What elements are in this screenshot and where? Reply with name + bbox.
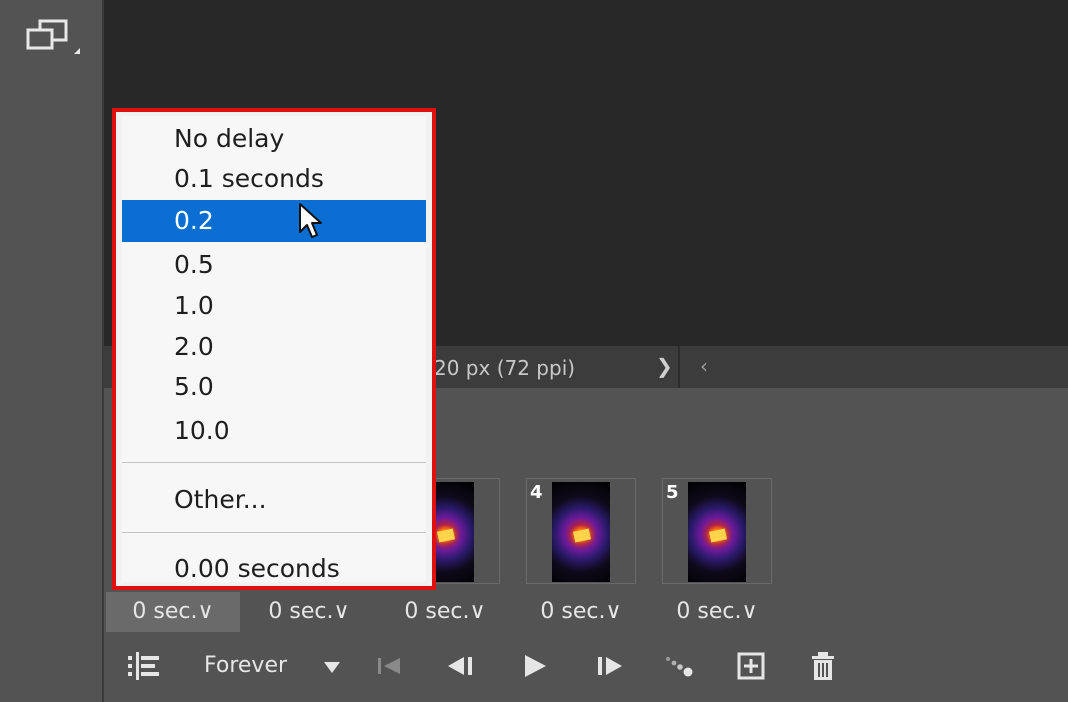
menu-option-2-0[interactable]: 2.0: [122, 326, 426, 368]
menu-option-5-0[interactable]: 5.0: [122, 366, 426, 408]
dropdown-arrow-icon: [324, 662, 340, 673]
frame-thumbnail: [552, 482, 610, 582]
mouse-cursor: [298, 202, 324, 244]
play-icon: [525, 655, 546, 677]
next-frame-button[interactable]: [592, 646, 626, 686]
frame-1-delay-select[interactable]: 0 sec.∨: [106, 592, 240, 632]
new-frame-icon: [737, 652, 765, 680]
convert-timeline-button[interactable]: [124, 646, 164, 686]
cursor-icon: [299, 203, 322, 238]
frame-5-delay-select[interactable]: 0 sec.∨: [650, 592, 784, 632]
menu-option-0-5[interactable]: 0.5: [122, 244, 426, 286]
first-frame-icon: [378, 658, 400, 674]
trash-icon: [812, 652, 834, 680]
arrange-windows-icon: [26, 19, 80, 54]
tween-button[interactable]: [662, 646, 700, 686]
first-frame-button[interactable]: [374, 646, 406, 686]
frame-delay-menu: No delay 0.1 seconds 0.2 0.5 1.0 2.0 5.0…: [112, 108, 436, 590]
status-prev-arrow[interactable]: ‹: [700, 354, 708, 378]
play-button[interactable]: [520, 646, 550, 686]
arrange-windows-button[interactable]: [26, 18, 82, 62]
frame-5[interactable]: 5: [656, 466, 790, 592]
status-next-arrow[interactable]: ❯: [656, 354, 673, 378]
delete-frame-button[interactable]: [806, 646, 840, 686]
menu-divider: [122, 532, 426, 533]
previous-frame-button[interactable]: [444, 646, 478, 686]
convert-timeline-icon: [128, 652, 159, 680]
menu-option-1-0[interactable]: 1.0: [122, 285, 426, 327]
status-divider: [678, 346, 680, 388]
menu-divider: [122, 462, 426, 463]
menu-option-no-delay[interactable]: No delay: [122, 118, 426, 160]
new-frame-button[interactable]: [734, 646, 768, 686]
loop-options-label[interactable]: Forever: [204, 646, 294, 686]
loop-dropdown-button[interactable]: [320, 646, 344, 686]
menu-body: No delay 0.1 seconds 0.2 0.5 1.0 2.0 5.0…: [122, 116, 426, 583]
document-size-info: 20 px (72 ppi): [434, 356, 576, 380]
menu-current-delay: 0.00 seconds: [174, 554, 340, 583]
tween-icon: [666, 657, 693, 677]
frame-4-delay-select[interactable]: 0 sec.∨: [514, 592, 648, 632]
frame-number: 5: [666, 482, 679, 503]
previous-frame-icon: [448, 657, 472, 675]
menu-option-0-1-seconds[interactable]: 0.1 seconds: [122, 158, 426, 200]
animation-toolbar: Forever: [104, 632, 1068, 702]
frame-thumbnail: [688, 482, 746, 582]
left-tool-strip: [0, 0, 104, 702]
menu-option-other[interactable]: Other...: [122, 479, 426, 521]
frame-2-delay-select[interactable]: 0 sec.∨: [242, 592, 376, 632]
next-frame-icon: [598, 657, 622, 675]
menu-option-10-0[interactable]: 10.0: [122, 410, 426, 452]
frame-number: 4: [530, 482, 543, 503]
frame-3-delay-select[interactable]: 0 sec.∨: [378, 592, 512, 632]
menu-option-0-2[interactable]: 0.2: [122, 200, 426, 242]
frame-4[interactable]: 4: [520, 466, 654, 592]
